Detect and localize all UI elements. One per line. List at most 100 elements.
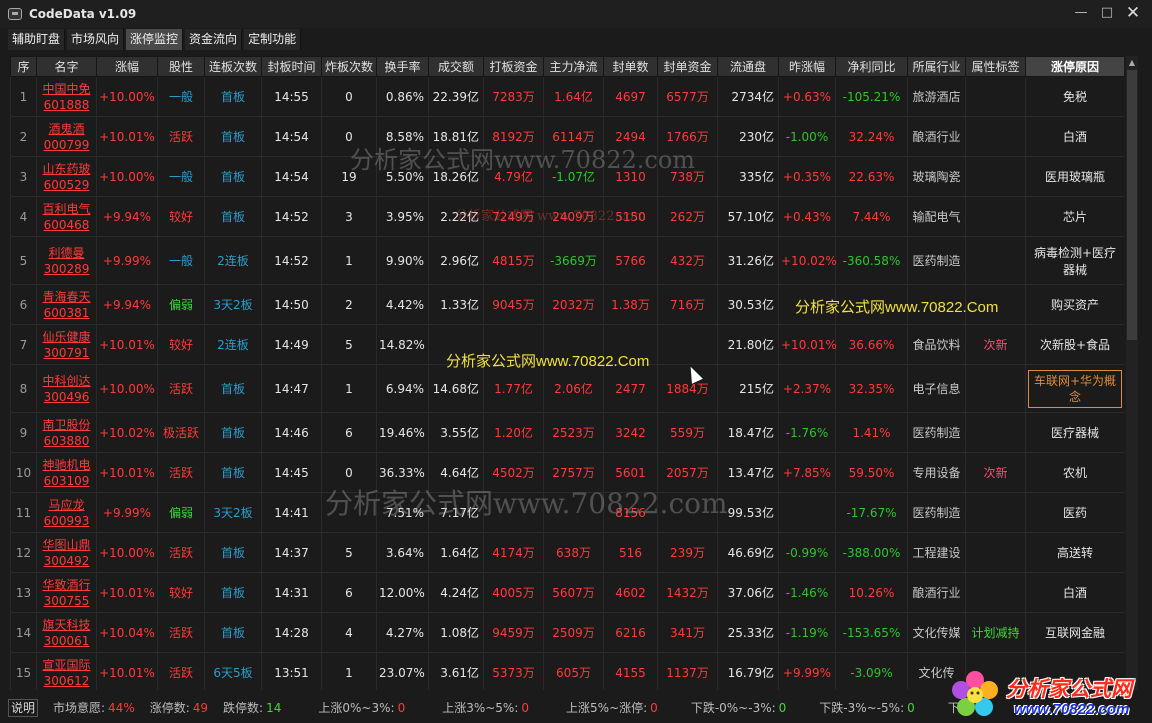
column-header[interactable]: 成交额: [428, 56, 484, 77]
stock-name-link[interactable]: 酒鬼酒: [39, 121, 94, 137]
minimize-button[interactable]: —: [1068, 2, 1094, 24]
stock-code-link[interactable]: 300496: [39, 389, 94, 405]
stock-code-link[interactable]: 300061: [39, 633, 94, 649]
stock-name-link[interactable]: 中科创达: [39, 373, 94, 389]
profit-yoy: 32.35%: [835, 364, 908, 413]
table-row[interactable]: 8 中科创达 300496 +10.00% 活跃 首板 14:47 1 6.94% 14.68亿 1…: [10, 364, 1124, 413]
stock-cell[interactable]: 中科创达 300496: [36, 364, 97, 413]
close-button[interactable]: ✕: [1120, 2, 1146, 24]
column-header[interactable]: 涨幅: [96, 56, 158, 77]
column-header[interactable]: 主力净流: [543, 56, 604, 77]
stock-code-link[interactable]: 300755: [39, 593, 94, 609]
site-logo: 分析家公式网 www.70822.com: [950, 665, 1152, 723]
column-header[interactable]: 昨涨幅: [778, 56, 836, 77]
column-header[interactable]: 净利同比: [835, 56, 908, 77]
stock-code-link[interactable]: 300612: [39, 673, 94, 689]
stock-name-link[interactable]: 青海春天: [39, 289, 94, 305]
stock-name-link[interactable]: 百利电气: [39, 201, 94, 217]
column-header[interactable]: 打板资金: [483, 56, 544, 77]
seal-time: 14:31: [261, 572, 322, 613]
limit-up-reason: 医用玻璃瓶: [1025, 156, 1124, 197]
stock-code-link[interactable]: 601888: [39, 97, 94, 113]
table-row[interactable]: 4 百利电气 600468 +9.94% 较好 首板 14:52 3 3.95% 2.22亿 724…: [10, 196, 1124, 237]
stock-cell[interactable]: 旗天科技 300061: [36, 612, 97, 653]
seal-order-capital: [657, 324, 718, 365]
column-header[interactable]: 股性: [157, 56, 205, 77]
table-row[interactable]: 2 酒鬼酒 000799 +10.01% 活跃 首板 14:54 0 8.58% 18.81亿 81…: [10, 116, 1124, 157]
stock-code-link[interactable]: 300492: [39, 553, 94, 569]
column-header[interactable]: 封单数: [603, 56, 658, 77]
table-row[interactable]: 10 神驰机电 603109 +10.01% 活跃 首板 14:45 0 36.33% 4.64亿…: [10, 452, 1124, 493]
column-header[interactable]: 属性标签: [965, 56, 1026, 77]
help-button[interactable]: 说明: [8, 698, 38, 717]
stock-name-link[interactable]: 华图山鼎: [39, 537, 94, 553]
stock-code-link[interactable]: 300791: [39, 345, 94, 361]
stock-name-link[interactable]: 神驰机电: [39, 457, 94, 473]
table-row[interactable]: 1 中国中免 601888 +10.00% 一般 首板 14:55 0 0.86% 22.39亿 7…: [10, 76, 1124, 117]
column-header[interactable]: 封单资金: [657, 56, 718, 77]
stock-cell[interactable]: 利德曼 300289: [36, 236, 97, 285]
table-row[interactable]: 12 华图山鼎 300492 +10.00% 活跃 首板 14:37 5 3.64% 1.64亿 4…: [10, 532, 1124, 573]
vertical-scrollbar[interactable]: ▲: [1126, 56, 1138, 690]
stock-cell[interactable]: 山东药玻 600529: [36, 156, 97, 197]
app-icon: [8, 8, 22, 20]
stock-name-link[interactable]: 宣亚国际: [39, 657, 94, 673]
table-row[interactable]: 13 华致酒行 300755 +10.01% 较好 首板 14:31 6 12.00% 4.24亿…: [10, 572, 1124, 613]
table-row[interactable]: 14 旗天科技 300061 +10.04% 活跃 首板 14:28 4 4.27% 1.08亿 9…: [10, 612, 1124, 653]
stock-code-link[interactable]: 600529: [39, 177, 94, 193]
tab-assist-watch[interactable]: 辅助盯盘: [8, 29, 66, 50]
scrollbar-thumb[interactable]: [1127, 70, 1137, 340]
stock-cell[interactable]: 南卫股份 603880: [36, 412, 97, 453]
table-row[interactable]: 9 南卫股份 603880 +10.02% 极活跃 首板 14:46 6 19.46% 3.55亿…: [10, 412, 1124, 453]
stock-cell[interactable]: 华致酒行 300755: [36, 572, 97, 613]
table-row[interactable]: 5 利德曼 300289 +9.99% 一般 2连板 14:52 1 9.90% 2.96亿 481…: [10, 236, 1124, 285]
tab-capital-flow[interactable]: 资金流向: [185, 29, 243, 50]
column-header[interactable]: 名字: [36, 56, 97, 77]
stock-name-link[interactable]: 山东药玻: [39, 161, 94, 177]
attribute-tag: [965, 532, 1026, 573]
tab-limit-up-monitor[interactable]: 涨停监控: [126, 29, 184, 50]
stock-cell[interactable]: 宣亚国际 300612: [36, 652, 97, 690]
tab-custom-functions[interactable]: 定制功能: [244, 29, 302, 50]
fall-0-3-count: 下跌-0%~-3%: 0: [690, 701, 787, 715]
tab-market-trend[interactable]: 市场风向: [67, 29, 125, 50]
stock-name-link[interactable]: 仙乐健康: [39, 329, 94, 345]
stock-code-link[interactable]: 603880: [39, 433, 94, 449]
stock-code-link[interactable]: 600993: [39, 513, 94, 529]
stock-code-link[interactable]: 600468: [39, 217, 94, 233]
stock-name-link[interactable]: 旗天科技: [39, 617, 94, 633]
column-header[interactable]: 炸板次数: [321, 56, 377, 77]
column-header[interactable]: 连板次数: [204, 56, 262, 77]
selected-reason-box[interactable]: 车联网+华为概念: [1028, 369, 1122, 408]
seal-order-capital: 341万: [657, 612, 718, 653]
stock-cell[interactable]: 仙乐健康 300791: [36, 324, 97, 365]
scroll-up-arrow-icon[interactable]: ▲: [1126, 56, 1138, 70]
column-header[interactable]: 涨停原因: [1025, 56, 1124, 77]
column-header[interactable]: 封板时间: [261, 56, 322, 77]
stock-cell[interactable]: 百利电气 600468: [36, 196, 97, 237]
profit-yoy: 1.41%: [835, 412, 908, 453]
stock-code-link[interactable]: 603109: [39, 473, 94, 489]
stock-cell[interactable]: 马应龙 600993: [36, 492, 97, 533]
column-header[interactable]: 流通盘: [717, 56, 779, 77]
table-row[interactable]: 3 山东药玻 600529 +10.00% 一般 首板 14:54 19 5.50% 18.26亿…: [10, 156, 1124, 197]
maximize-button[interactable]: □: [1094, 2, 1120, 24]
stock-cell[interactable]: 中国中免 601888: [36, 76, 97, 117]
stock-name-link[interactable]: 中国中免: [39, 81, 94, 97]
profit-yoy: -17.67%: [835, 492, 908, 533]
stock-code-link[interactable]: 000799: [39, 137, 94, 153]
stock-code-link[interactable]: 300289: [39, 261, 94, 277]
stock-cell[interactable]: 华图山鼎 300492: [36, 532, 97, 573]
stock-name-link[interactable]: 华致酒行: [39, 577, 94, 593]
stock-cell[interactable]: 青海春天 600381: [36, 284, 97, 325]
stock-cell[interactable]: 酒鬼酒 000799: [36, 116, 97, 157]
column-header[interactable]: 换手率: [376, 56, 429, 77]
stock-cell[interactable]: 神驰机电 603109: [36, 452, 97, 493]
stock-name-link[interactable]: 南卫股份: [39, 417, 94, 433]
column-header[interactable]: 序: [10, 56, 37, 77]
stock-name-link[interactable]: 利德曼: [39, 245, 94, 261]
column-header[interactable]: 所属行业: [907, 56, 966, 77]
stock-code-link[interactable]: 600381: [39, 305, 94, 321]
stock-name-link[interactable]: 马应龙: [39, 497, 94, 513]
table-row[interactable]: 11 马应龙 600993 +9.99% 偏弱 3天2板 14:41 7.51% 7.17亿 81…: [10, 492, 1124, 533]
